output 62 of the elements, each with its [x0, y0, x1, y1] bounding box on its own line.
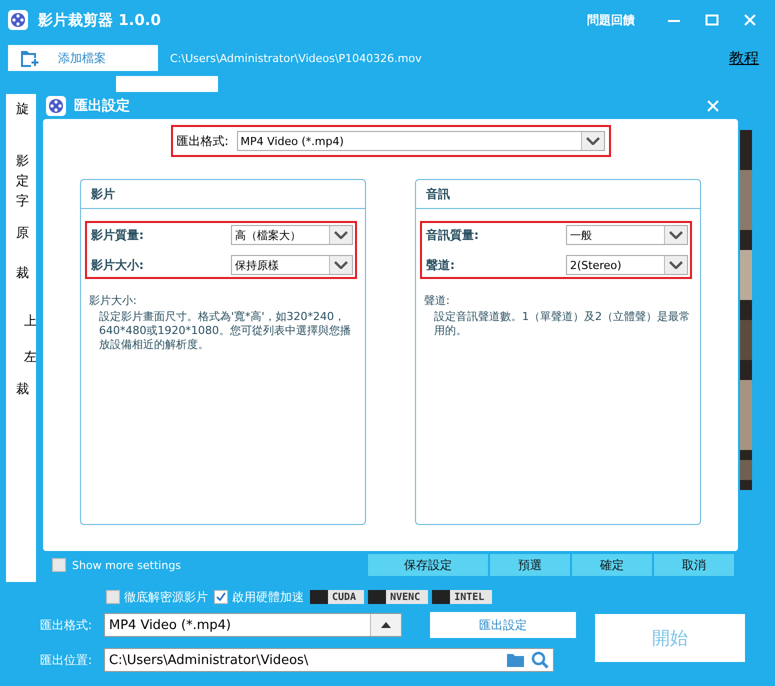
maximize-icon[interactable] [705, 13, 719, 27]
export-settings-button[interactable]: 匯出設定 [430, 612, 576, 638]
checkbox-label: 徹底解密源影片 [124, 588, 208, 606]
checkbox[interactable] [52, 558, 66, 572]
group-heading: 影片 [81, 180, 365, 209]
field-label: 音訊質量: [426, 226, 479, 244]
field-label: 匯出位置: [40, 652, 94, 668]
field-label: 匯出格式: [176, 132, 229, 150]
help-title: 聲道: [424, 293, 451, 308]
accelerator-badge: INTEL [432, 590, 492, 604]
checkbox-label: 啟用硬體加速 [232, 588, 304, 606]
checkbox-label: Show more settings [72, 558, 182, 572]
window-title: 影片裁剪器 1.0.0 [38, 10, 161, 30]
dropdown[interactable]: 保持原樣 [231, 255, 353, 275]
side-label: 定 [16, 174, 30, 190]
side-label: 原 [16, 226, 30, 242]
chevron-down-icon [669, 231, 683, 239]
chevron-down-icon [586, 137, 600, 145]
format-dropdown[interactable]: MP4 Video (*.mp4) [104, 613, 402, 637]
close-icon[interactable] [743, 13, 757, 27]
format-dropdown[interactable]: MP4 Video (*.mp4) [236, 131, 604, 151]
chevron-down-icon [334, 231, 348, 239]
field-label: 影片質量: [91, 226, 144, 244]
side-label: 字 [16, 194, 30, 210]
tutorial-link[interactable]: 教程 [729, 48, 759, 68]
side-label: 影 [16, 154, 30, 170]
dialog-button[interactable]: 預選 [490, 554, 570, 576]
dialog-button[interactable]: 確定 [572, 554, 652, 576]
checkbox[interactable] [106, 590, 120, 604]
file-path: C:\Users\Administrator\Videos\P1040326.mov [170, 52, 422, 64]
side-label: 旋 [16, 102, 30, 118]
caret-icon [381, 622, 391, 628]
field-label: 匯出格式: [40, 616, 94, 634]
help-title: 影片大小: [89, 293, 138, 308]
accelerator-badge: CUDA [310, 590, 364, 604]
dropdown[interactable]: 一般 [566, 225, 688, 245]
side-label: 左 [24, 350, 38, 366]
side-label: 裁 [16, 266, 30, 282]
close-icon[interactable] [707, 100, 719, 112]
field-label: 聲道: [426, 256, 455, 274]
add-file-button[interactable]: 添加檔案 [8, 45, 158, 71]
checkbox[interactable] [214, 590, 228, 604]
location-field[interactable]: C:\Users\Administrator\Videos\ [104, 648, 554, 672]
help-text: 設定影片畫面尺寸。格式為'寬*高'，如320*240，640*480或1920*1080。您可從列表中選擇與您播放設備相近的解析度。 [99, 310, 352, 352]
dropdown[interactable]: 2(Stereo) [566, 255, 688, 275]
dialog-title: 匯出設定 [74, 96, 130, 114]
group-heading: 音訊 [416, 180, 700, 209]
accelerator-badge: NVENC [368, 590, 428, 604]
search-icon[interactable] [531, 651, 549, 669]
film-reel-icon [8, 10, 28, 30]
side-label: 上 [24, 314, 38, 330]
dialog-button[interactable]: 取消 [654, 554, 734, 576]
folder-plus-icon [20, 49, 40, 67]
field-label: 影片大小: [91, 256, 144, 274]
dialog-button[interactable]: 保存設定 [368, 554, 488, 576]
chevron-down-icon [669, 261, 683, 269]
film-reel-icon [46, 96, 66, 116]
side-label: 裁 [16, 382, 30, 398]
help-text: 設定音訊聲道數。1（單聲道）及2（立體聲）是最常用的。 [434, 310, 690, 338]
chevron-down-icon [334, 261, 348, 269]
dropdown[interactable]: 高（檔案大） [231, 225, 353, 245]
folder-icon[interactable] [507, 652, 525, 668]
